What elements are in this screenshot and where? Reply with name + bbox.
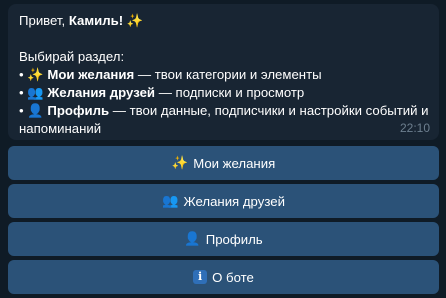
button-label: Желания друзей (183, 193, 285, 209)
bullet: • (19, 103, 24, 118)
list-item-description: — твои категории и элементы (134, 67, 322, 82)
greeting-prefix: Привет, (19, 13, 69, 28)
person-icon: 👤 (27, 103, 44, 118)
inline-keyboard: ✨ Мои желания 👥 Желания друзей 👤 Профиль… (8, 146, 439, 298)
message-timestamp: 22:10 (399, 121, 430, 135)
bot-message-bubble: Привет, Камиль! ✨ Выбирай раздел: • ✨ Мо… (8, 4, 439, 140)
list-item-description: — подписки и просмотр (155, 85, 305, 100)
about-bot-button[interactable]: i О боте (8, 260, 439, 294)
bullet: • (19, 67, 24, 82)
sparkles-icon: ✨ (126, 13, 144, 28)
friends-wishes-button[interactable]: 👥 Желания друзей (8, 184, 439, 218)
person-icon: 👤 (184, 231, 201, 246)
info-icon: i (193, 270, 208, 284)
greeting-name: Камиль! (68, 13, 124, 28)
bullet: • (19, 85, 24, 100)
people-icon: 👥 (27, 85, 44, 100)
sparkles-icon: ✨ (27, 67, 44, 82)
button-label: Мои желания (193, 155, 276, 171)
list-item-my-wishes: • ✨ Мои желания — твои категории и элеме… (19, 66, 429, 84)
list-item-title: Профиль (47, 103, 110, 118)
profile-button[interactable]: 👤 Профиль (8, 222, 439, 256)
button-label: О боте (212, 269, 254, 285)
list-item-title: Мои желания (47, 67, 135, 82)
greeting-line: Привет, Камиль! ✨ (19, 12, 429, 30)
list-item-friends-wishes: • 👥 Желания друзей — подписки и просмотр (19, 84, 429, 102)
my-wishes-button[interactable]: ✨ Мои желания (8, 146, 439, 180)
people-icon: 👥 (162, 193, 179, 208)
list-item-profile: • 👤 Профиль — твои данные, подписчики и … (19, 102, 429, 138)
list-item-title: Желания друзей (47, 85, 156, 100)
sparkles-icon: ✨ (171, 155, 189, 170)
button-label: Профиль (205, 231, 263, 247)
section-prompt: Выбирай раздел: (19, 49, 125, 64)
